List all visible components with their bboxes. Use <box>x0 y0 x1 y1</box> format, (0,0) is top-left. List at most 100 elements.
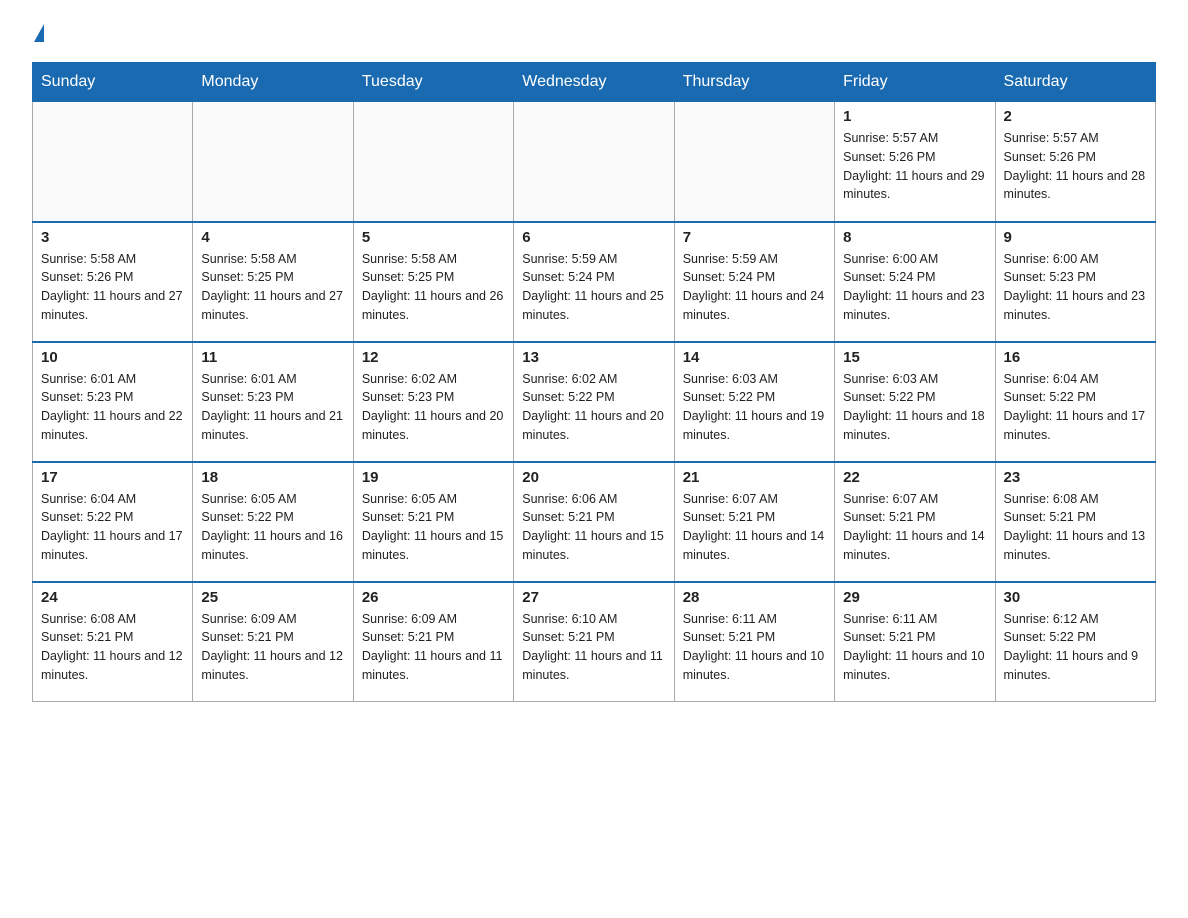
day-info: Sunrise: 5:58 AMSunset: 5:25 PMDaylight:… <box>201 250 344 325</box>
calendar-cell <box>674 102 834 222</box>
calendar-cell: 3Sunrise: 5:58 AMSunset: 5:26 PMDaylight… <box>33 222 193 342</box>
day-number: 29 <box>843 589 986 606</box>
calendar-table: SundayMondayTuesdayWednesdayThursdayFrid… <box>32 62 1156 702</box>
day-info: Sunrise: 6:02 AMSunset: 5:23 PMDaylight:… <box>362 370 505 445</box>
day-info: Sunrise: 6:07 AMSunset: 5:21 PMDaylight:… <box>683 490 826 565</box>
day-info: Sunrise: 6:07 AMSunset: 5:21 PMDaylight:… <box>843 490 986 565</box>
calendar-header-tuesday: Tuesday <box>353 63 513 102</box>
calendar-cell: 7 Sunrise: 5:59 AMSunset: 5:24 PMDaylight… <box>674 222 834 342</box>
calendar-header-row: SundayMondayTuesdayWednesdayThursdayFrid… <box>33 63 1156 102</box>
calendar-cell: 19 Sunrise: 6:05 AMSunset: 5:21 PMDayligh… <box>353 462 513 582</box>
calendar-week-row: 24Sunrise: 6:08 AMSunset: 5:21 PMDayligh… <box>33 582 1156 702</box>
calendar-cell: 17 Sunrise: 6:04 AMSunset: 5:22 PMDayligh… <box>33 462 193 582</box>
calendar-cell: 21 Sunrise: 6:07 AMSunset: 5:21 PMDayligh… <box>674 462 834 582</box>
calendar-header-wednesday: Wednesday <box>514 63 674 102</box>
day-info: Sunrise: 6:05 AMSunset: 5:21 PMDaylight:… <box>362 490 505 565</box>
day-number: 26 <box>362 589 505 606</box>
day-number: 16 <box>1004 349 1147 366</box>
day-info: Sunrise: 6:12 AMSunset: 5:22 PMDaylight:… <box>1004 610 1147 685</box>
day-number: 4 <box>201 229 344 246</box>
calendar-week-row: 17 Sunrise: 6:04 AMSunset: 5:22 PMDayligh… <box>33 462 1156 582</box>
day-info: Sunrise: 6:01 AMSunset: 5:23 PMDaylight:… <box>201 370 344 445</box>
calendar-cell: 10 Sunrise: 6:01 AMSunset: 5:23 PMDayligh… <box>33 342 193 462</box>
calendar-header-monday: Monday <box>193 63 353 102</box>
calendar-cell: 18 Sunrise: 6:05 AMSunset: 5:22 PMDayligh… <box>193 462 353 582</box>
page-header <box>32 24 1156 44</box>
calendar-cell: 4 Sunrise: 5:58 AMSunset: 5:25 PMDaylight… <box>193 222 353 342</box>
calendar-cell: 23 Sunrise: 6:08 AMSunset: 5:21 PMDayligh… <box>995 462 1155 582</box>
calendar-week-row: 10 Sunrise: 6:01 AMSunset: 5:23 PMDayligh… <box>33 342 1156 462</box>
day-info: Sunrise: 6:04 AMSunset: 5:22 PMDaylight:… <box>41 490 184 565</box>
day-info: Sunrise: 5:59 AMSunset: 5:24 PMDaylight:… <box>522 250 665 325</box>
calendar-cell: 29Sunrise: 6:11 AMSunset: 5:21 PMDayligh… <box>835 582 995 702</box>
day-number: 19 <box>362 469 505 486</box>
day-info: Sunrise: 5:59 AMSunset: 5:24 PMDaylight:… <box>683 250 826 325</box>
day-number: 6 <box>522 229 665 246</box>
calendar-week-row: 3Sunrise: 5:58 AMSunset: 5:26 PMDaylight… <box>33 222 1156 342</box>
day-info: Sunrise: 6:10 AMSunset: 5:21 PMDaylight:… <box>522 610 665 685</box>
logo <box>32 24 44 44</box>
day-number: 23 <box>1004 469 1147 486</box>
day-number: 30 <box>1004 589 1147 606</box>
calendar-cell: 6 Sunrise: 5:59 AMSunset: 5:24 PMDaylight… <box>514 222 674 342</box>
calendar-cell <box>33 102 193 222</box>
day-number: 12 <box>362 349 505 366</box>
day-number: 18 <box>201 469 344 486</box>
calendar-cell: 2 Sunrise: 5:57 AMSunset: 5:26 PMDaylight… <box>995 102 1155 222</box>
calendar-week-row: 1Sunrise: 5:57 AMSunset: 5:26 PMDaylight… <box>33 102 1156 222</box>
day-number: 25 <box>201 589 344 606</box>
calendar-cell: 27 Sunrise: 6:10 AMSunset: 5:21 PMDayligh… <box>514 582 674 702</box>
day-info: Sunrise: 6:11 AMSunset: 5:21 PMDaylight:… <box>683 610 826 685</box>
day-number: 14 <box>683 349 826 366</box>
day-number: 8 <box>843 229 986 246</box>
day-info: Sunrise: 6:01 AMSunset: 5:23 PMDaylight:… <box>41 370 184 445</box>
calendar-cell: 28 Sunrise: 6:11 AMSunset: 5:21 PMDayligh… <box>674 582 834 702</box>
day-info: Sunrise: 5:57 AMSunset: 5:26 PMDaylight:… <box>1004 129 1147 204</box>
day-number: 7 <box>683 229 826 246</box>
calendar-cell: 11 Sunrise: 6:01 AMSunset: 5:23 PMDayligh… <box>193 342 353 462</box>
calendar-cell: 24Sunrise: 6:08 AMSunset: 5:21 PMDayligh… <box>33 582 193 702</box>
day-number: 10 <box>41 349 184 366</box>
calendar-header-friday: Friday <box>835 63 995 102</box>
calendar-cell: 9 Sunrise: 6:00 AMSunset: 5:23 PMDaylight… <box>995 222 1155 342</box>
calendar-cell: 30 Sunrise: 6:12 AMSunset: 5:22 PMDayligh… <box>995 582 1155 702</box>
day-info: Sunrise: 6:06 AMSunset: 5:21 PMDaylight:… <box>522 490 665 565</box>
day-info: Sunrise: 6:02 AMSunset: 5:22 PMDaylight:… <box>522 370 665 445</box>
day-number: 27 <box>522 589 665 606</box>
day-number: 5 <box>362 229 505 246</box>
day-number: 28 <box>683 589 826 606</box>
day-info: Sunrise: 5:57 AMSunset: 5:26 PMDaylight:… <box>843 129 986 204</box>
day-info: Sunrise: 6:09 AMSunset: 5:21 PMDaylight:… <box>201 610 344 685</box>
day-number: 11 <box>201 349 344 366</box>
day-number: 13 <box>522 349 665 366</box>
calendar-cell <box>193 102 353 222</box>
day-number: 15 <box>843 349 986 366</box>
logo-triangle-icon <box>34 24 44 42</box>
day-info: Sunrise: 5:58 AMSunset: 5:25 PMDaylight:… <box>362 250 505 325</box>
calendar-cell: 12 Sunrise: 6:02 AMSunset: 5:23 PMDayligh… <box>353 342 513 462</box>
day-number: 21 <box>683 469 826 486</box>
calendar-cell: 13 Sunrise: 6:02 AMSunset: 5:22 PMDayligh… <box>514 342 674 462</box>
day-info: Sunrise: 6:09 AMSunset: 5:21 PMDaylight:… <box>362 610 505 685</box>
calendar-header-sunday: Sunday <box>33 63 193 102</box>
calendar-cell: 20 Sunrise: 6:06 AMSunset: 5:21 PMDayligh… <box>514 462 674 582</box>
day-number: 24 <box>41 589 184 606</box>
calendar-cell: 16 Sunrise: 6:04 AMSunset: 5:22 PMDayligh… <box>995 342 1155 462</box>
calendar-cell: 26 Sunrise: 6:09 AMSunset: 5:21 PMDayligh… <box>353 582 513 702</box>
day-number: 17 <box>41 469 184 486</box>
day-info: Sunrise: 6:08 AMSunset: 5:21 PMDaylight:… <box>1004 490 1147 565</box>
day-number: 2 <box>1004 108 1147 125</box>
day-info: Sunrise: 6:05 AMSunset: 5:22 PMDaylight:… <box>201 490 344 565</box>
day-number: 20 <box>522 469 665 486</box>
day-info: Sunrise: 6:00 AMSunset: 5:23 PMDaylight:… <box>1004 250 1147 325</box>
calendar-cell: 22 Sunrise: 6:07 AMSunset: 5:21 PMDayligh… <box>835 462 995 582</box>
day-info: Sunrise: 6:00 AMSunset: 5:24 PMDaylight:… <box>843 250 986 325</box>
calendar-header-saturday: Saturday <box>995 63 1155 102</box>
day-info: Sunrise: 6:03 AMSunset: 5:22 PMDaylight:… <box>843 370 986 445</box>
calendar-cell: 8 Sunrise: 6:00 AMSunset: 5:24 PMDaylight… <box>835 222 995 342</box>
day-number: 3 <box>41 229 184 246</box>
calendar-cell: 14Sunrise: 6:03 AMSunset: 5:22 PMDayligh… <box>674 342 834 462</box>
day-number: 9 <box>1004 229 1147 246</box>
day-info: Sunrise: 6:04 AMSunset: 5:22 PMDaylight:… <box>1004 370 1147 445</box>
day-number: 22 <box>843 469 986 486</box>
